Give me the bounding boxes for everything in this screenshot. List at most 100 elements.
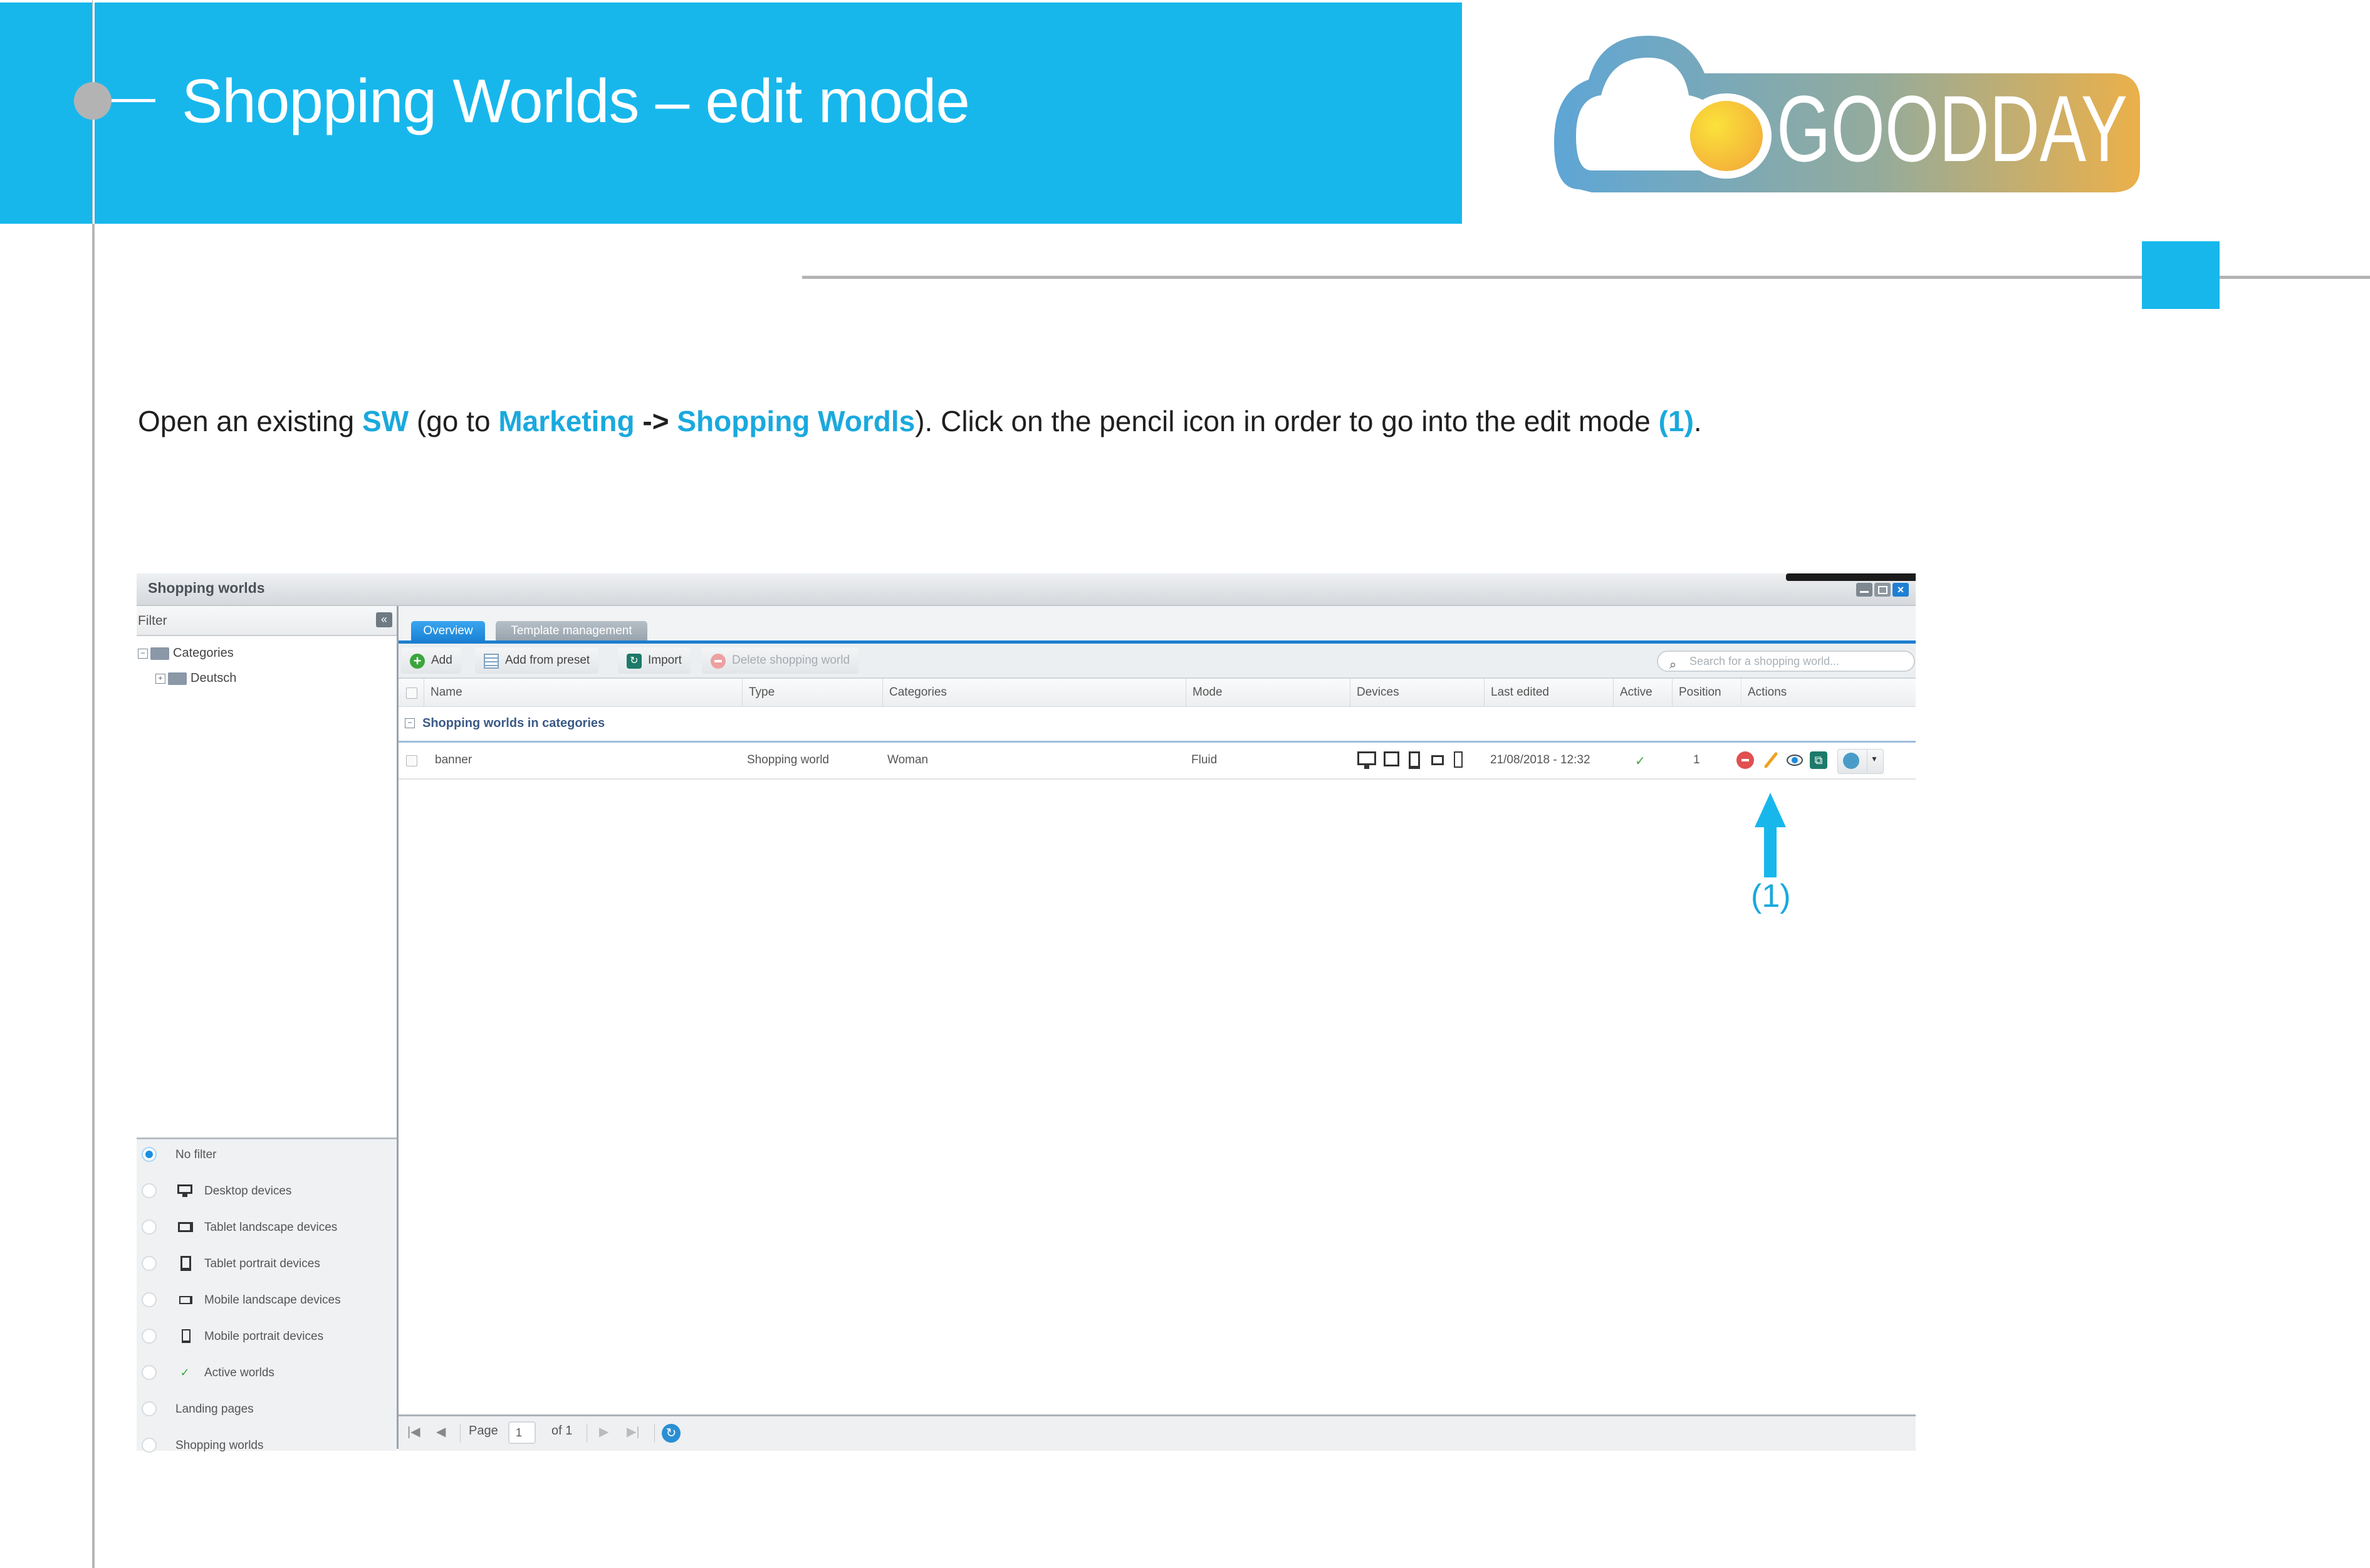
filter-shopping-worlds[interactable]: Shopping worlds <box>137 1431 397 1463</box>
first-page-icon[interactable]: |◀ <box>407 1424 420 1440</box>
radio-button[interactable] <box>142 1438 157 1453</box>
goodday-logo: GOODDAY <box>1554 36 2140 192</box>
tab-overview[interactable]: Overview <box>411 621 485 640</box>
tree-item-deutsch[interactable]: + Deutsch <box>155 671 236 686</box>
accent-square <box>2142 241 2220 309</box>
page-label: Page <box>469 1424 498 1438</box>
filter-mobile-portrait[interactable]: Mobile portrait devices <box>137 1322 397 1354</box>
import-icon: ↻ <box>627 654 642 669</box>
filter-mobile-landscape[interactable]: Mobile landscape devices <box>137 1286 397 1317</box>
window-title: Shopping worlds <box>148 580 265 596</box>
filter-landing-pages[interactable]: Landing pages <box>137 1395 397 1426</box>
separator <box>460 1424 461 1443</box>
add-from-preset-button[interactable]: Add from preset <box>475 647 599 674</box>
pencil-icon[interactable] <box>1762 751 1780 769</box>
preview-icon[interactable] <box>1786 751 1804 769</box>
column-position[interactable]: Position <box>1672 679 1741 706</box>
select-all-checkbox[interactable] <box>406 687 417 699</box>
duplicate-icon[interactable]: ⧉ <box>1810 751 1827 769</box>
add-button[interactable]: + Add <box>401 647 461 674</box>
refresh-icon[interactable]: ↻ <box>662 1424 681 1443</box>
prev-page-icon[interactable]: ◀ <box>436 1424 446 1440</box>
cell-position: 1 <box>1693 753 1700 766</box>
tablet-landscape-icon <box>175 1220 194 1235</box>
window-titlebar[interactable]: Shopping worlds × <box>137 573 1916 606</box>
radio-button[interactable] <box>142 1401 157 1416</box>
filter-label: Desktop devices <box>204 1184 292 1198</box>
instr-part: ). Click on the pencil icon in order to … <box>915 405 1659 437</box>
radio-button[interactable] <box>142 1292 157 1307</box>
column-mode[interactable]: Mode <box>1186 679 1350 706</box>
maximize-icon[interactable] <box>1874 583 1891 597</box>
column-type[interactable]: Type <box>742 679 882 706</box>
filter-tablet-portrait[interactable]: Tablet portrait devices <box>137 1250 397 1281</box>
add-from-preset-label: Add from preset <box>505 654 590 667</box>
search-input[interactable]: ⌕ Search for a shopping world... <box>1657 651 1915 672</box>
delete-icon <box>711 654 726 669</box>
expand-tree-icon[interactable]: + <box>155 673 165 684</box>
import-button[interactable]: ↻ Import <box>618 647 691 674</box>
instr-part: Open an existing <box>138 405 363 437</box>
slide-title: Shopping Worlds – edit mode <box>182 66 970 135</box>
copy-split-button[interactable]: ▼ <box>1837 749 1884 774</box>
radio-button[interactable] <box>142 1147 157 1162</box>
radio-button[interactable] <box>142 1183 157 1198</box>
filter-active-worlds[interactable]: ✓ Active worlds <box>137 1359 397 1390</box>
tree-item-label: Categories <box>173 646 234 660</box>
filter-label: Mobile landscape devices <box>204 1294 341 1307</box>
tab-template-management[interactable]: Template management <box>496 621 647 640</box>
pagination-bar: |◀ ◀ Page 1 of 1 ▶ ▶| ↻ <box>399 1414 1916 1451</box>
radio-button[interactable] <box>142 1329 157 1344</box>
instr-ref: (1) <box>1658 405 1694 437</box>
desktop-icon <box>175 1183 194 1198</box>
mobile-landscape-icon <box>1431 755 1444 765</box>
table-row[interactable]: banner Shopping world Woman Fluid 21/08/… <box>399 743 1916 780</box>
column-name[interactable]: Name <box>424 679 757 706</box>
last-page-icon[interactable]: ▶| <box>627 1424 640 1440</box>
next-page-icon[interactable]: ▶ <box>599 1424 608 1440</box>
page-input[interactable]: 1 <box>508 1421 536 1444</box>
shopping-worlds-window: Shopping worlds × Filter « − Categories +… <box>137 573 1916 1453</box>
filter-label: No filter <box>175 1148 217 1161</box>
separator <box>654 1424 655 1443</box>
dropdown-arrow-icon[interactable]: ▼ <box>1871 755 1878 763</box>
folder-icon <box>168 672 187 685</box>
bullet-dot <box>74 82 112 120</box>
radio-button[interactable] <box>142 1220 157 1235</box>
column-last-edited[interactable]: Last edited <box>1484 679 1613 706</box>
row-checkbox[interactable] <box>406 755 417 766</box>
tree-item-categories[interactable]: − Categories <box>138 646 234 661</box>
callout-label: (1) <box>1751 878 1791 914</box>
plus-icon: + <box>410 654 425 669</box>
active-check-icon: ✓ <box>1635 755 1646 768</box>
column-active[interactable]: Active <box>1613 679 1672 706</box>
collapse-tree-icon[interactable]: − <box>138 648 148 659</box>
delete-icon[interactable] <box>1736 751 1754 769</box>
radio-button[interactable] <box>142 1365 157 1380</box>
minimize-icon[interactable] <box>1856 583 1872 597</box>
logo-sun <box>1690 101 1763 171</box>
radio-button[interactable] <box>142 1256 157 1271</box>
close-icon[interactable]: × <box>1892 583 1909 597</box>
vertical-rule <box>92 0 95 1568</box>
search-icon: ⌕ <box>1669 658 1677 672</box>
filter-radio-list: No filter Desktop devices Tablet landsca… <box>137 1137 397 1453</box>
filter-label: Active worlds <box>204 1366 274 1379</box>
callout-arrow-icon <box>1755 793 1786 877</box>
column-devices[interactable]: Devices <box>1350 679 1484 706</box>
mobile-landscape-icon <box>175 1292 194 1307</box>
filter-tablet-landscape[interactable]: Tablet landscape devices <box>137 1213 397 1245</box>
group-row[interactable]: − Shopping worlds in categories <box>399 706 1916 743</box>
column-categories[interactable]: Categories <box>882 679 1186 706</box>
delete-shopping-world-button[interactable]: Delete shopping world <box>702 647 859 674</box>
cell-type: Shopping world <box>747 753 829 766</box>
cell-mode: Fluid <box>1191 753 1218 766</box>
collapse-group-icon[interactable]: − <box>405 718 415 728</box>
filter-desktop[interactable]: Desktop devices <box>137 1177 397 1208</box>
collapse-sidebar-button[interactable]: « <box>376 612 392 627</box>
filter-label: Tablet portrait devices <box>204 1257 320 1270</box>
instr-arrow: -> <box>634 405 677 437</box>
filter-no-filter[interactable]: No filter <box>137 1141 397 1172</box>
cell-name: banner <box>435 753 472 766</box>
instr-marketing: Marketing <box>498 405 635 437</box>
